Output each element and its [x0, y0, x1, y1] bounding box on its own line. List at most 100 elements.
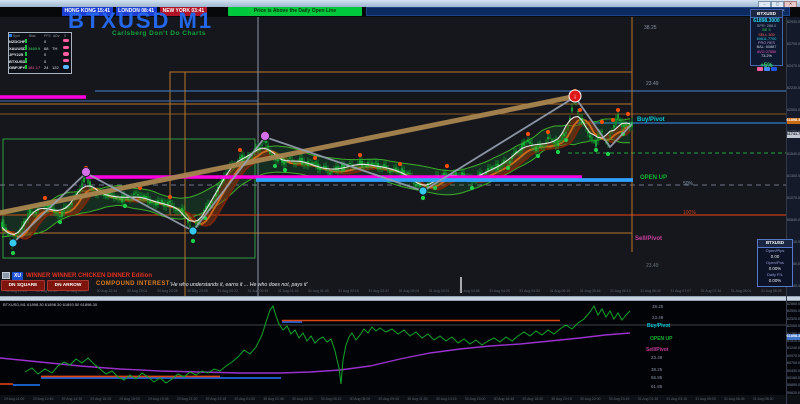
- main-level-label: 23.49: [646, 81, 659, 87]
- sub-level-label: 38.25: [651, 367, 662, 372]
- sub-axis-label: 60160.00: [787, 376, 800, 380]
- main-axis-label: 62700.00: [787, 42, 800, 46]
- watchlist-bias-value: 181.17: [28, 65, 40, 70]
- sub-axis-label: 60700.00: [787, 361, 800, 365]
- watchlist-row[interactable]: JPY2250: [9, 51, 71, 58]
- chart-subtitle: Carlsberg Don't Do Charts: [112, 30, 206, 37]
- sub-time-label: 30 Aug 18:30: [522, 397, 543, 401]
- watchlist-row[interactable]: NZDCHF0: [9, 38, 71, 45]
- sub-time-label: 29 Aug 18:00: [119, 397, 140, 401]
- watchlist-bias-bar: [25, 58, 27, 63]
- main-time-label: 31 Aug 05:19: [550, 289, 571, 293]
- main-time-label: 30 Aug 22:34: [97, 289, 118, 293]
- sub-axis-label: 60430.00: [787, 369, 800, 373]
- sub-time-label: 30 Aug 20:15: [551, 397, 572, 401]
- sub-time-label: 30 Aug 09:45: [378, 397, 399, 401]
- watchlist-row[interactable]: BTXUSD0: [9, 58, 71, 65]
- main-time-label: 31 Aug 08:28: [761, 289, 782, 293]
- main-axis-label-badge: 61741.70: [787, 132, 800, 138]
- main-time-label: 30 Aug 23:55: [187, 289, 208, 293]
- sub-axis-label: 61240.00: [787, 346, 800, 350]
- main-level-label: Sell/Pivot: [635, 236, 662, 242]
- main-time-label: 31 Aug 00:49: [248, 289, 269, 293]
- sub-time-label: 31 Aug 06:45: [724, 397, 745, 401]
- sub-time-label: 30 Aug 23:45: [609, 397, 630, 401]
- main-axis-label-badge: 61898.30: [787, 118, 800, 124]
- quote-panel-pnl: +5%: [751, 63, 782, 69]
- sub-axis-label: 62860.00: [787, 302, 800, 306]
- sub-time-label: 31 Aug 05:00: [695, 397, 716, 401]
- sub-level-label: 56.85: [651, 375, 662, 380]
- main-chart-bg[interactable]: [0, 17, 786, 296]
- watchlist-row[interactable]: GBPJPY181.1724122: [9, 64, 71, 71]
- main-level-label: 50%: [683, 181, 693, 187]
- main-time-label: 31 Aug 02:37: [368, 289, 389, 293]
- sub-level-label: Buy/Pivot: [647, 323, 670, 329]
- sub-time-label: 30 Aug 15:00: [465, 397, 486, 401]
- main-axis-label: 61070.00: [787, 196, 800, 200]
- sub-axis-label: 62590.00: [787, 309, 800, 313]
- watchlist-pfs: 68: [44, 46, 48, 51]
- sub-time-label: 29 Aug 19:45: [148, 397, 169, 401]
- watchlist-pfs: 24: [44, 65, 48, 70]
- main-time-label: 31 Aug 07:07: [670, 289, 691, 293]
- sub-axis-label: 61510.00: [787, 339, 800, 343]
- sub-time-label: 31 Aug 01:30: [638, 397, 659, 401]
- trading-app-window: – ▢ ✕ HONG KONG 15:41LONDON 08:41NEW YOR…: [0, 0, 800, 404]
- main-time-label: 31 Aug 03:31: [429, 289, 450, 293]
- sub-level-label: 38.25: [652, 304, 663, 309]
- watchlist-adv: 122: [52, 65, 59, 70]
- sub-time-label: 29 Aug 14:30: [62, 397, 83, 401]
- main-time-label: 30 Aug 23:28: [157, 289, 178, 293]
- watchlist-adv: TH: [52, 46, 57, 51]
- sub-time-label: 30 Aug 02:45: [263, 397, 284, 401]
- sub-time-label: 30 Aug 01:00: [234, 397, 255, 401]
- quote-panel-title: BTXUSD: [751, 10, 782, 18]
- xu-badge-frame: [2, 272, 10, 279]
- watchlist-status-pill: [63, 46, 69, 49]
- position-panel-rows: Open/Pips0.00Open/Pos0.00%Daily P/L0.00%: [758, 248, 792, 284]
- sub-axis-label: 62050.00: [787, 324, 800, 328]
- watchlist-row[interactable]: XAUUSD3469.968TH: [9, 45, 71, 52]
- main-time-label: 31 Aug 06:13: [610, 289, 631, 293]
- window-titlebar[interactable]: [0, 0, 800, 7]
- sub-time-label: 29 Aug 12:45: [33, 397, 54, 401]
- quote-panel-rows: SPR: 288.0BE 5SELL 30060611.7700PRO RESB…: [751, 24, 782, 58]
- watchlist-bias-bar: [25, 65, 27, 70]
- sub-axis-label: 59620.00: [787, 391, 800, 395]
- dn-square-button[interactable]: DN SQUARE: [1, 280, 45, 291]
- quote-panel: BTXUSD 61898.3000 SPR: 288.0BE 5SELL 300…: [750, 9, 783, 66]
- main-axis-label: 61300.00: [787, 174, 800, 178]
- watchlist-bias-bar: [25, 45, 27, 50]
- watchlist-pfs: 0: [44, 52, 46, 57]
- watchlist-symbol: XAUUSD: [9, 46, 26, 51]
- sub-time-label: 30 Aug 06:15: [321, 397, 342, 401]
- sub-level-label: Sell/Pivot: [646, 347, 669, 353]
- watchlist-header-icon: [9, 34, 12, 37]
- sub-time-label: 30 Aug 04:30: [292, 397, 313, 401]
- main-time-label: 31 Aug 07:34: [701, 289, 722, 293]
- position-panel: BTXUSD Open/Pips0.00Open/Pos0.00%Daily P…: [757, 239, 793, 287]
- sub-time-label: 31 Aug 08:30: [753, 397, 774, 401]
- position-row-value: 0.00%: [758, 278, 792, 284]
- main-time-label: 31 Aug 06:40: [640, 289, 661, 293]
- edition-label: WINNER WINNER CHICKEN DINNER Edition: [26, 273, 152, 279]
- main-level-label: 38.25: [644, 25, 657, 31]
- watchlist-pfs: 0: [44, 39, 46, 44]
- sub-level-label: 23.49: [651, 355, 662, 360]
- main-axis-label: 62230.00: [787, 86, 800, 90]
- watchlist-symbol: BTXUSD: [9, 59, 25, 64]
- watchlist-status-pill: [63, 39, 69, 42]
- sub-axis-label-badge: 61898.30: [787, 334, 800, 340]
- main-axis-label: 62000.00: [787, 108, 800, 112]
- dn-arrow-button[interactable]: DN ARROW: [47, 280, 89, 291]
- main-axis-label: 61540.00: [787, 152, 800, 156]
- main-time-label: 30 Aug 23:01: [127, 289, 148, 293]
- main-time-label: 31 Aug 04:25: [489, 289, 510, 293]
- main-time-label: 31 Aug 02:10: [338, 289, 359, 293]
- subchart-ohlc: BTXUSD,M1 61898.30 61898.30 61893.50 618…: [3, 302, 97, 307]
- sub-level-label: 61.85: [651, 384, 662, 389]
- watchlist-status-pill: [63, 59, 69, 62]
- toolbar-dropdown[interactable]: [366, 7, 790, 16]
- main-time-label: 31 Aug 01:16: [278, 289, 299, 293]
